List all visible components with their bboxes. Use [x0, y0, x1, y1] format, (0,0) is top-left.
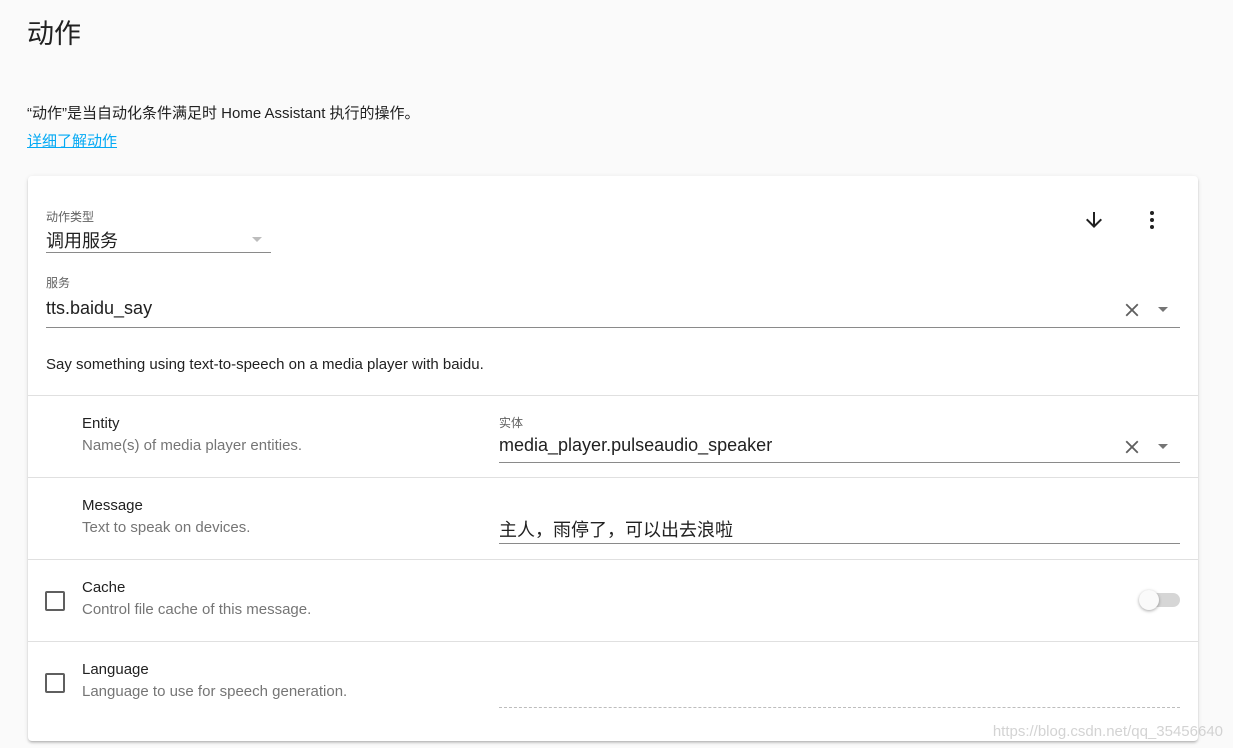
service-dropdown-icon[interactable] — [1158, 307, 1168, 312]
cache-checkbox[interactable] — [45, 591, 65, 611]
message-title: Message — [82, 497, 143, 514]
message-input-value: 主人，雨停了，可以出去浪啦 — [499, 520, 733, 540]
entity-dropdown-icon[interactable] — [1158, 444, 1168, 449]
cache-description: Control file cache of this message. — [82, 601, 312, 618]
cache-title: Cache — [82, 579, 126, 596]
page-title: 动作 — [27, 19, 81, 49]
intro-text: “动作”是当自动化条件满足时 Home Assistant 执行的操作。 — [27, 105, 420, 122]
language-title: Language — [82, 661, 149, 678]
move-down-icon[interactable] — [1082, 208, 1106, 232]
action-type-value: 调用服务 — [46, 231, 118, 251]
service-clear-icon[interactable] — [1121, 299, 1143, 321]
service-label: 服务 — [46, 276, 71, 290]
message-description: Text to speak on devices. — [82, 519, 251, 536]
service-description: Say something using text-to-speech on a … — [46, 356, 484, 373]
entity-row: Entity Name(s) of media player entities.… — [28, 395, 1198, 477]
service-value: tts.baidu_say — [46, 298, 153, 318]
language-row: Language Language to use for speech gene… — [28, 641, 1198, 723]
action-type-dropdown-icon — [252, 237, 262, 242]
message-underline — [499, 543, 1180, 544]
more-menu-icon[interactable] — [1140, 208, 1164, 232]
cache-toggle-knob — [1139, 590, 1159, 610]
language-input-disabled — [499, 707, 1180, 708]
cache-row: Cache Control file cache of this message… — [28, 559, 1198, 641]
entity-title: Entity — [82, 415, 120, 432]
message-row: Message Text to speak on devices. 主人，雨停了… — [28, 477, 1198, 559]
learn-more-link[interactable]: 详细了解动作 — [27, 130, 117, 151]
watermark: https://blog.csdn.net/qq_35456640 — [992, 723, 1223, 740]
language-checkbox[interactable] — [45, 673, 65, 693]
action-type-underline — [46, 252, 271, 253]
language-description: Language to use for speech generation. — [82, 683, 348, 700]
service-underline — [46, 327, 1180, 328]
entity-description: Name(s) of media player entities. — [82, 437, 303, 454]
action-type-label: 动作类型 — [46, 210, 95, 224]
entity-input-value: media_player.pulseaudio_speaker — [499, 435, 773, 455]
entity-input-label: 实体 — [499, 416, 524, 430]
action-card: 动作类型 调用服务 服务 tts.baidu_say Say something… — [28, 176, 1198, 741]
entity-underline — [499, 462, 1180, 463]
entity-clear-icon[interactable] — [1121, 436, 1143, 458]
